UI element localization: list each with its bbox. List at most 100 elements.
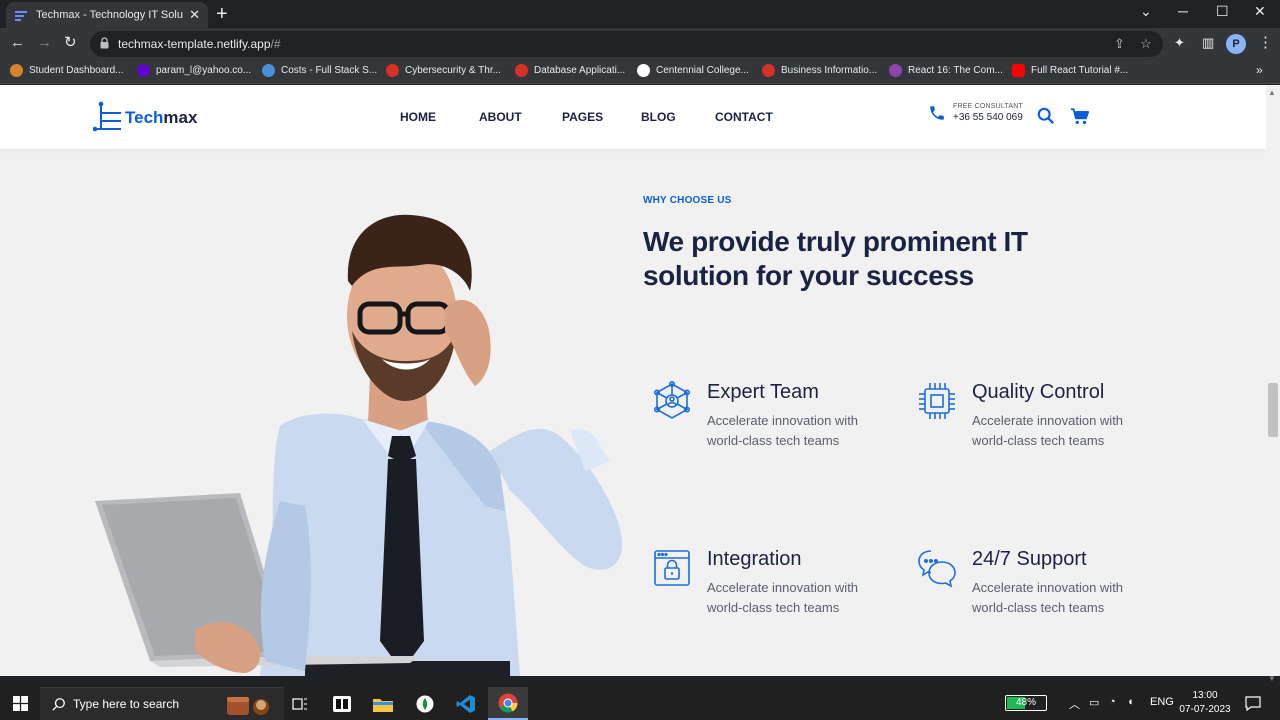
extensions-icon[interactable]: ✦ xyxy=(1174,34,1185,52)
lock-icon xyxy=(100,37,109,49)
side-panel-icon[interactable]: ▥ xyxy=(1202,34,1214,52)
volume-icon[interactable]: ◖ xyxy=(1127,696,1134,708)
url-text: techmax-template.netlify.app/# xyxy=(118,37,281,51)
consultant-phone: +36 55 540 069 xyxy=(953,112,1023,123)
tab-title: Techmax - Technology IT Solution xyxy=(36,9,183,21)
bookmarks-overflow-icon[interactable]: » xyxy=(1256,63,1263,77)
bookmark-item[interactable]: Costs - Full Stack S... xyxy=(262,64,377,77)
bookmark-favicon-icon xyxy=(386,64,399,77)
app-icon-green[interactable] xyxy=(405,687,445,720)
tab-close-icon[interactable]: ✕ xyxy=(189,7,200,23)
bookmark-item[interactable]: Student Dashboard... xyxy=(10,64,124,77)
feature-title: Expert Team xyxy=(707,381,819,403)
windows-taskbar: Type here to search 48% ︿ ▭ ◔ ◖ ENG 13:0… xyxy=(0,687,1280,720)
battery-percent: 48% xyxy=(1015,697,1036,708)
nav-pages[interactable]: PAGES xyxy=(562,110,603,124)
taskbar-clock[interactable]: 13:00 07-07-2023 xyxy=(1175,689,1235,717)
windows-start-icon[interactable] xyxy=(13,696,28,711)
bookmarks-bar: Student Dashboard... param_l@yahoo.co...… xyxy=(0,60,1280,84)
feature-description: Accelerate innovation with world-class t… xyxy=(972,413,1124,448)
chip-icon xyxy=(919,383,955,419)
network-team-icon xyxy=(653,381,690,419)
notification-icon[interactable] xyxy=(1245,696,1261,711)
nav-contact[interactable]: CONTACT xyxy=(715,110,773,124)
chrome-icon[interactable] xyxy=(488,687,528,720)
circuit-logo-icon xyxy=(93,101,121,132)
bookmark-favicon-icon xyxy=(137,64,150,77)
back-icon[interactable]: ← xyxy=(10,34,25,52)
language-indicator[interactable]: ENG xyxy=(1150,696,1174,708)
scroll-down-icon[interactable]: ▼ xyxy=(1268,674,1276,683)
consultant-label: FREE CONSULTANT xyxy=(953,103,1024,110)
section-eyebrow: WHY CHOOSE US xyxy=(643,195,732,206)
logo-text: Techmax xyxy=(125,108,198,127)
clock-date: 07-07-2023 xyxy=(1179,704,1231,715)
site-favicon-icon xyxy=(15,11,27,21)
feature-title: 24/7 Support xyxy=(972,548,1087,570)
lock-window-icon xyxy=(654,550,690,586)
tab-search-icon[interactable]: ⌄ xyxy=(1140,3,1152,20)
page-scrollbar-track[interactable] xyxy=(1266,85,1280,676)
chat-support-icon xyxy=(918,550,956,588)
vscode-icon[interactable] xyxy=(446,687,486,720)
consultant-contact[interactable]: FREE CONSULTANT +36 55 540 069 xyxy=(928,103,1023,123)
task-view-icon[interactable] xyxy=(280,687,320,720)
address-bar[interactable]: techmax-template.netlify.app/# ⇪ ☆ xyxy=(90,31,1163,57)
search-icon[interactable] xyxy=(1037,107,1055,125)
cart-icon[interactable] xyxy=(1070,108,1090,125)
nav-blog[interactable]: BLOG xyxy=(641,110,676,124)
bookmark-item[interactable]: Full React Tutorial #... xyxy=(1012,64,1128,77)
bookmark-star-icon[interactable]: ☆ xyxy=(1140,36,1152,52)
bookmark-item[interactable]: Database Applicati... xyxy=(515,64,625,77)
reload-icon[interactable]: ↻ xyxy=(64,34,77,52)
feature-description: Accelerate innovation with world-class t… xyxy=(972,580,1124,615)
tray-overflow-icon[interactable]: ︿ xyxy=(1069,696,1080,712)
bookmark-item[interactable]: param_l@yahoo.co... xyxy=(137,64,251,77)
power-icon[interactable]: ▭ xyxy=(1089,696,1099,709)
browser-tab-bar: Techmax - Technology IT Solution ✕ + ⌄ ─… xyxy=(0,0,1280,28)
site-logo[interactable]: Techmax xyxy=(93,101,197,135)
battery-indicator[interactable]: 48% xyxy=(1005,695,1047,711)
site-header: Techmax HOME ABOUT PAGES BLOG CONTACT FR… xyxy=(0,85,1266,149)
scroll-up-icon[interactable]: ▲ xyxy=(1268,88,1276,97)
bookmark-favicon-icon xyxy=(10,64,23,77)
feature-title: Quality Control xyxy=(972,381,1105,403)
bookmark-item[interactable]: React 16: The Com... xyxy=(889,64,1003,77)
section-headline: We provide truly prominent IT solution f… xyxy=(643,226,1028,291)
feature-description: Accelerate innovation with world-class t… xyxy=(707,413,859,448)
page-scrollbar-thumb[interactable] xyxy=(1268,383,1278,437)
search-icon xyxy=(52,698,65,711)
nav-about[interactable]: ABOUT xyxy=(479,110,522,124)
youtube-icon xyxy=(1012,64,1025,77)
web-page: Techmax HOME ABOUT PAGES BLOG CONTACT FR… xyxy=(0,85,1266,676)
wifi-icon[interactable]: ◔ xyxy=(1109,696,1116,708)
bookmark-item[interactable]: Cybersecurity & Thr... xyxy=(386,64,501,77)
close-window-icon[interactable]: ✕ xyxy=(1254,3,1266,20)
chrome-menu-icon[interactable]: ⋮ xyxy=(1258,34,1273,52)
feature-title: Integration xyxy=(707,548,802,570)
share-icon[interactable]: ⇪ xyxy=(1114,36,1125,52)
search-placeholder: Type here to search xyxy=(73,697,180,711)
taskbar-search-box[interactable]: Type here to search xyxy=(40,687,284,720)
bookmark-favicon-icon xyxy=(637,64,650,77)
minimize-icon[interactable]: ─ xyxy=(1178,3,1188,19)
app-icon-dark[interactable] xyxy=(322,687,362,720)
clock-time: 13:00 xyxy=(1192,690,1218,701)
feature-description: Accelerate innovation with world-class t… xyxy=(707,580,859,615)
bookmark-favicon-icon xyxy=(515,64,528,77)
bookmark-item[interactable]: Centennial College... xyxy=(637,64,749,77)
bookmark-item[interactable]: Business Informatio... xyxy=(762,64,877,77)
nav-home[interactable]: HOME xyxy=(400,110,436,124)
file-explorer-icon[interactable] xyxy=(363,687,403,720)
bookmark-favicon-icon xyxy=(762,64,775,77)
maximize-icon[interactable]: ☐ xyxy=(1216,3,1229,20)
search-highlight-icon xyxy=(227,697,269,715)
phone-icon xyxy=(930,106,944,120)
new-tab-icon[interactable]: + xyxy=(216,3,228,25)
browser-toolbar: ← → ↻ techmax-template.netlify.app/# ⇪ ☆… xyxy=(0,28,1280,60)
profile-avatar[interactable]: P xyxy=(1226,34,1246,54)
bookmark-favicon-icon xyxy=(889,64,902,77)
businessman-with-laptop-image xyxy=(95,214,623,676)
forward-icon[interactable]: → xyxy=(37,34,52,52)
browser-tab-active[interactable]: Techmax - Technology IT Solution ✕ xyxy=(6,2,208,28)
